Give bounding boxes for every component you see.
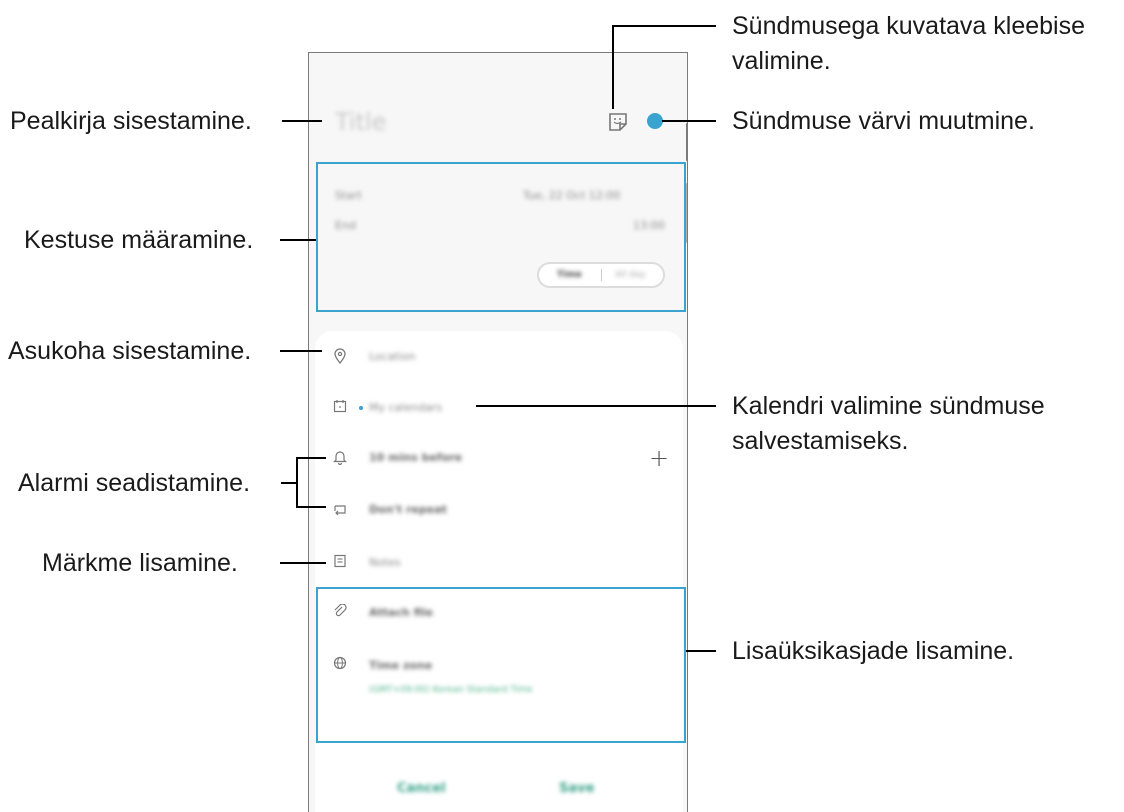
scrollbar-track: [686, 183, 687, 243]
add-alarm-icon[interactable]: +: [649, 444, 669, 472]
scrollbar[interactable]: [686, 123, 687, 161]
leader-sticker-horiz: [612, 25, 716, 27]
leader-calendar: [476, 405, 716, 407]
callout-details: Lisaüksikasjade lisamine.: [732, 637, 1015, 665]
save-button[interactable]: Save: [559, 781, 594, 796]
alarm-select[interactable]: 10 mins before: [369, 451, 462, 464]
leader-color: [662, 120, 716, 122]
callout-title: Pealkirja sisestamine.: [10, 107, 252, 135]
callout-sticker-1: Sündmusega kuvatava kleebise: [732, 12, 1086, 40]
callout-calendar-1: Kalendri valimine sündmuse: [732, 392, 1045, 420]
leader-notes: [280, 562, 326, 564]
calendar-select[interactable]: My calendars: [369, 401, 442, 414]
calendar-icon: [333, 400, 347, 413]
notes-icon: [334, 554, 346, 568]
callout-duration: Kestuse määramine.: [24, 226, 254, 254]
callout-color: Sündmuse värvi muutmine.: [732, 107, 1035, 135]
location-pin-icon: [334, 348, 346, 364]
leader-alarm-top: [296, 457, 326, 459]
leader-alarm-bracket: [296, 457, 298, 508]
title-input[interactable]: Title: [335, 108, 386, 136]
leader-title: [282, 120, 322, 122]
leader-sticker-vert: [612, 25, 614, 109]
callout-location: Asukoha sisestamine.: [8, 337, 252, 365]
callout-sticker-2: valimine.: [732, 47, 831, 75]
repeat-select[interactable]: Don't repeat: [369, 503, 447, 516]
leader-alarm-bottom: [296, 506, 326, 508]
leader-alarm-stem: [281, 482, 297, 484]
bell-icon: [333, 451, 347, 465]
callout-calendar-2: salvestamiseks.: [732, 427, 909, 455]
event-color-button[interactable]: [647, 113, 663, 129]
leader-location: [280, 350, 322, 352]
repeat-icon: [334, 505, 346, 516]
details-highlight: [316, 587, 686, 743]
sticker-icon[interactable]: [607, 111, 629, 133]
notes-input[interactable]: Notes: [369, 556, 401, 569]
leader-duration: [280, 239, 316, 241]
callout-notes: Märkme lisamine.: [42, 549, 238, 577]
leader-details: [686, 650, 716, 652]
cancel-button[interactable]: Cancel: [397, 781, 446, 796]
duration-highlight: [316, 162, 686, 312]
callout-alarm: Alarmi seadistamine.: [18, 469, 251, 497]
calendar-color-dot: [359, 406, 363, 410]
location-input[interactable]: Location: [369, 350, 416, 363]
